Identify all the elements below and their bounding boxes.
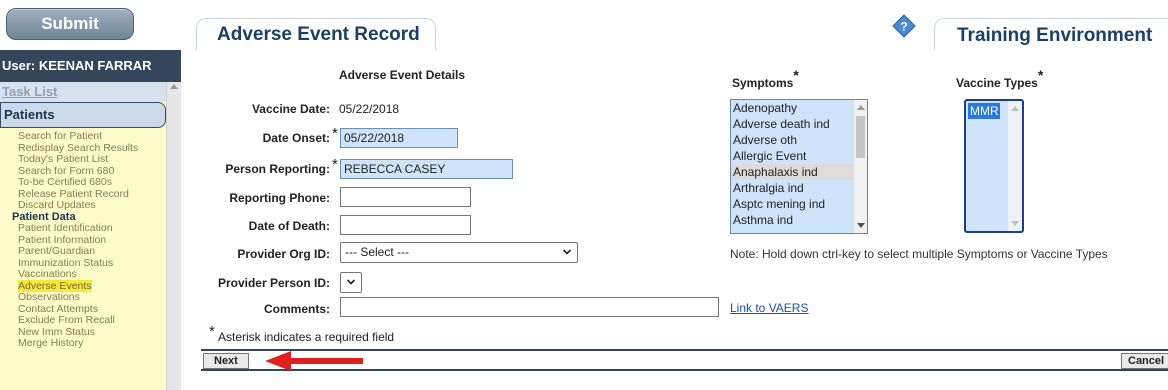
sidebar-item-label: To-be Certified 680s — [18, 176, 112, 188]
scroll-thumb[interactable] — [856, 116, 865, 158]
form-title-tab: Adverse Event Record — [196, 18, 436, 50]
user-label: User: KEENAN FARRAR — [0, 50, 181, 82]
scroll-down-icon[interactable] — [857, 223, 865, 228]
reporting-phone-input[interactable] — [340, 187, 471, 207]
sidebar-item-label: Patient Information — [18, 233, 107, 246]
sidebar-item-label: Adverse Events — [18, 279, 92, 292]
sidebar-item-label: Search for Patient — [18, 130, 103, 142]
reporting-phone-label: Reporting Phone: — [229, 191, 330, 205]
symptom-option[interactable]: Anaphalaxis ind — [731, 164, 867, 180]
sidebar-item-label: Release Patient Record — [18, 187, 129, 200]
help-diamond-icon[interactable]: ? — [892, 14, 916, 38]
required-star: * — [209, 323, 215, 340]
cancel-button[interactable]: Cancel — [1121, 353, 1168, 369]
symptoms-scrollbar[interactable] — [853, 100, 867, 233]
sidebar-item-label: Patient Identification — [18, 222, 113, 234]
chevron-down-icon — [563, 249, 571, 255]
environment-tab: Training Environment — [934, 18, 1168, 50]
sidebar-item-label: Patient Data — [12, 210, 76, 223]
sidebar: User: KEENAN FARRAR Task List Patients S… — [0, 50, 181, 390]
vaccine-date-label: Vaccine Date: — [251, 102, 330, 116]
sidebar-item-label: Merge History — [18, 337, 84, 349]
sidebar-scrollbar[interactable] — [166, 82, 181, 390]
vaccine-scrollbar[interactable] — [1008, 101, 1022, 231]
provider-org-label: Provider Org ID: — [237, 247, 330, 261]
date-of-death-input[interactable] — [340, 215, 471, 235]
symptom-option[interactable]: Asptc mening ind — [731, 196, 867, 212]
symptom-option[interactable]: Arthralgia ind — [731, 180, 867, 196]
nav-panel: Task List Patients Search for Patient Red… — [0, 82, 166, 390]
comments-label: Comments: — [263, 302, 330, 316]
vaccine-types-listbox[interactable]: MMR — [964, 99, 1024, 233]
sidebar-item-label: Vaccinations — [18, 268, 77, 280]
sidebar-item-label: Discard Updates — [18, 199, 96, 211]
comments-input[interactable] — [340, 297, 719, 317]
scroll-up-icon[interactable] — [170, 84, 178, 89]
symptom-option[interactable]: Adenopathy — [731, 100, 867, 116]
provider-org-selected: --- Select --- — [345, 245, 409, 259]
symptoms-title: Symptoms* — [732, 67, 799, 90]
submit-button[interactable]: Submit — [6, 8, 134, 40]
sidebar-item-label: Exclude From Recall — [18, 314, 115, 326]
sidebar-item-label: New Imm Status — [18, 325, 96, 338]
sidebar-item-label: Redisplay Search Results — [18, 141, 139, 154]
sidebar-item-label: Today's Patient List — [18, 153, 109, 165]
vaers-link[interactable]: Link to VAERS — [730, 301, 808, 315]
sidebar-item-label: Observations — [18, 291, 80, 303]
patients-section-header[interactable]: Patients — [0, 102, 166, 128]
required-note: Asterisk indicates a required field — [218, 330, 395, 344]
date-onset-label: Date Onset: — [262, 131, 330, 145]
task-list-link[interactable]: Task List — [0, 82, 166, 102]
symptom-option[interactable]: Asthma ind — [731, 212, 867, 228]
scroll-down-icon[interactable] — [1011, 221, 1019, 226]
top-bar: Submit Adverse Event Record ? Training E… — [0, 0, 1168, 50]
chevron-down-icon — [347, 279, 355, 285]
svg-text:?: ? — [900, 20, 907, 34]
section-title: Adverse Event Details — [339, 68, 466, 82]
scroll-up-icon[interactable] — [857, 105, 865, 110]
provider-org-select[interactable]: --- Select --- — [340, 242, 578, 263]
sidebar-item-label: Parent/Guardian — [18, 245, 96, 257]
symptoms-listbox[interactable]: Adenopathy Adverse death ind Adverse oth Al… — [730, 99, 868, 234]
required-star: * — [332, 156, 338, 173]
multi-select-note: Note: Hold down ctrl-key to select multi… — [730, 247, 1108, 261]
date-of-death-label: Date of Death: — [248, 219, 330, 233]
provider-person-select[interactable] — [340, 272, 362, 293]
sidebar-item-merge-history[interactable]: Merge History — [0, 337, 166, 350]
scroll-up-icon[interactable] — [1011, 106, 1019, 111]
vaccine-types-title: Vaccine Types* — [956, 67, 1044, 90]
sidebar-item-label: Immunization Status — [18, 256, 114, 269]
provider-person-label: Provider Person ID: — [217, 276, 330, 290]
required-star: * — [332, 125, 338, 142]
symptom-option[interactable]: Adverse death ind — [731, 116, 867, 132]
person-reporting-input[interactable] — [340, 159, 513, 179]
vaccine-option-selected[interactable]: MMR — [968, 103, 1000, 119]
sidebar-item-label: Search for Form 680 — [18, 164, 115, 177]
sidebar-item-vaccinations[interactable]: Vaccinations — [0, 268, 166, 281]
red-arrow-annotation — [265, 351, 363, 371]
vaccine-date-value: 05/22/2018 — [339, 102, 400, 116]
date-onset-input[interactable] — [340, 128, 458, 148]
next-button[interactable]: Next — [203, 353, 249, 369]
adverse-event-form: Adverse Event Details Vaccine Date: 05/2… — [201, 50, 1168, 370]
symptom-option[interactable]: Adverse oth — [731, 132, 867, 148]
person-reporting-label: Person Reporting: — [225, 162, 330, 176]
symptom-options: Adenopathy Adverse death ind Adverse oth Al… — [731, 100, 867, 228]
symptom-option[interactable]: Allergic Event — [731, 148, 867, 164]
sidebar-item-label: Contact Attempts — [18, 302, 98, 315]
nav-list: Search for Patient Redisplay Search Resul… — [0, 130, 166, 350]
